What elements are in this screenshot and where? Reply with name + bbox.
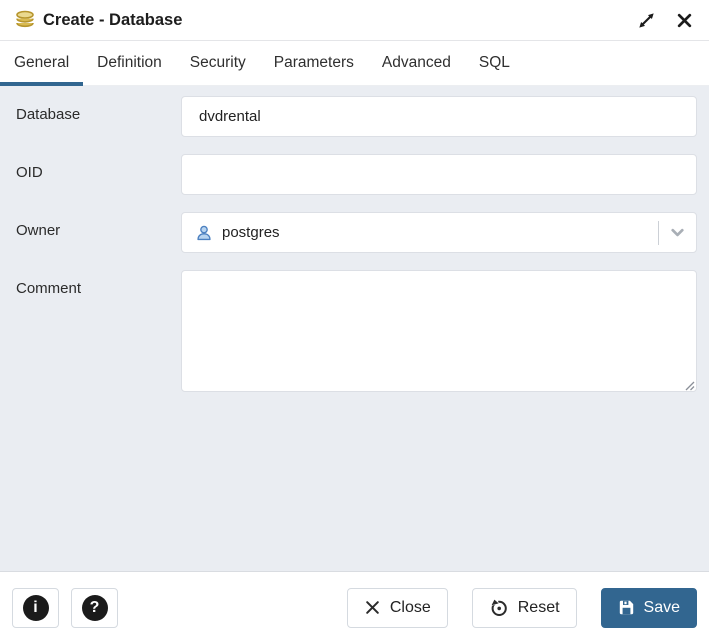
chevron-down-icon bbox=[668, 223, 687, 242]
database-label: Database bbox=[16, 96, 181, 137]
tab-advanced[interactable]: Advanced bbox=[368, 41, 465, 85]
close-button[interactable]: Close bbox=[347, 588, 448, 628]
owner-selected-value: postgres bbox=[222, 224, 280, 241]
expand-icon bbox=[637, 11, 656, 30]
select-divider bbox=[658, 221, 659, 245]
tab-bar: General Definition Security Parameters A… bbox=[0, 41, 709, 86]
user-icon bbox=[195, 224, 213, 242]
reset-button[interactable]: Reset bbox=[472, 588, 577, 628]
dialog-title: Create - Database bbox=[43, 11, 182, 30]
form-row-owner: Owner postgres bbox=[16, 212, 697, 253]
tab-sql[interactable]: SQL bbox=[465, 41, 524, 85]
footer-bar: i ? Close Reset bbox=[0, 571, 709, 643]
tab-definition[interactable]: Definition bbox=[83, 41, 176, 85]
tab-parameters[interactable]: Parameters bbox=[260, 41, 368, 85]
owner-label: Owner bbox=[16, 212, 181, 253]
owner-select[interactable]: postgres bbox=[181, 212, 697, 253]
dialog-help-button[interactable]: ? bbox=[71, 588, 118, 628]
titlebar: Create - Database bbox=[0, 0, 709, 41]
floppy-icon bbox=[618, 599, 635, 616]
oid-label: OID bbox=[16, 154, 181, 195]
form-row-comment: Comment bbox=[16, 270, 697, 392]
form-row-database: Database bbox=[16, 96, 697, 137]
form-row-oid: OID bbox=[16, 154, 697, 195]
help-icon: ? bbox=[82, 595, 108, 621]
database-icon bbox=[14, 10, 36, 31]
info-icon: i bbox=[23, 595, 49, 621]
general-tab-panel: Database OID Owner bbox=[0, 86, 709, 571]
sql-help-button[interactable]: i bbox=[12, 588, 59, 628]
close-dialog-button[interactable] bbox=[673, 9, 695, 31]
comment-textarea[interactable] bbox=[181, 270, 697, 392]
maximize-button[interactable] bbox=[635, 9, 657, 31]
database-name-input[interactable] bbox=[181, 96, 697, 137]
create-database-dialog: Create - Database General Definition Sec… bbox=[0, 0, 709, 643]
comment-label: Comment bbox=[16, 270, 181, 392]
x-icon bbox=[364, 599, 381, 616]
undo-icon bbox=[489, 598, 509, 618]
tab-security[interactable]: Security bbox=[176, 41, 260, 85]
save-button[interactable]: Save bbox=[601, 588, 697, 628]
close-icon bbox=[676, 12, 693, 29]
tab-general[interactable]: General bbox=[0, 41, 83, 85]
oid-input[interactable] bbox=[181, 154, 697, 195]
resize-grip[interactable] bbox=[683, 378, 695, 390]
